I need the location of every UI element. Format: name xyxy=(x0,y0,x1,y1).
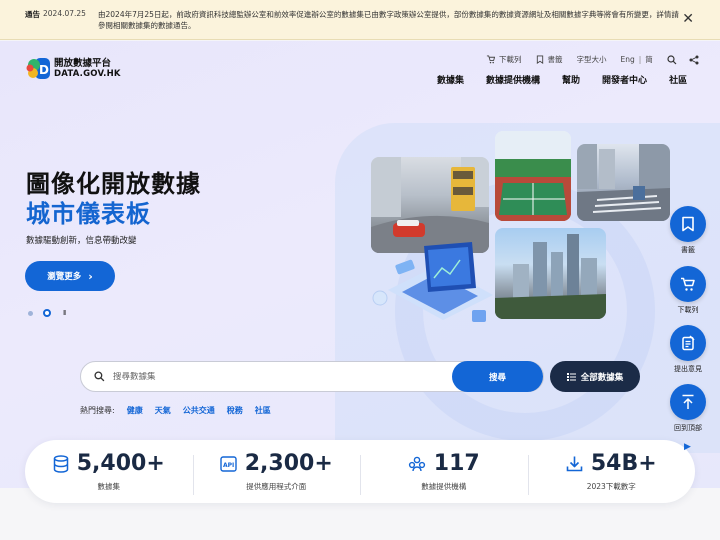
side-tool-label: 回到頂部 xyxy=(674,424,702,432)
bookmark-icon xyxy=(536,55,543,64)
search-icon xyxy=(94,371,105,382)
side-tool-label: 提出意見 xyxy=(674,365,702,373)
bookmark-icon[interactable] xyxy=(670,206,706,242)
download-list-label: 下載列 xyxy=(499,55,522,64)
cart-icon xyxy=(486,55,495,64)
hot-search-tag-health[interactable]: 健康 xyxy=(127,405,143,416)
hot-search-label: 熱門搜尋: xyxy=(80,406,115,415)
carousel-dot[interactable] xyxy=(28,310,33,316)
search-input[interactable] xyxy=(113,371,443,382)
stat-apis[interactable]: API 2,300+ 提供應用程式介面 xyxy=(192,451,361,495)
hot-search: 熱門搜尋: 健康 天氣 公共交通 稅務 社區 xyxy=(80,405,283,416)
carousel-controls: II xyxy=(28,309,66,317)
notice-text: 由2024年7月25日起，前政府資訊科技總監辦公室和前效率促進辦公室的數據集已由… xyxy=(98,10,679,30)
hero-photo-tennis-court xyxy=(495,131,571,221)
stat-label: 提供應用程式介面 xyxy=(246,482,307,491)
bookmarks-link[interactable]: 書籤 xyxy=(536,54,563,65)
logo-name-zh: 開放數據平台 xyxy=(54,57,112,69)
nav-item-help[interactable]: 幫助 xyxy=(562,73,580,86)
organization-icon xyxy=(408,456,426,472)
nav-item-developer[interactable]: 開發者中心 xyxy=(602,73,647,86)
notice-label: 通告 xyxy=(25,10,40,19)
hot-search-tag-tax[interactable]: 稅務 xyxy=(227,405,243,416)
lang-sc-link[interactable]: 简 xyxy=(645,54,653,65)
stat-datasets[interactable]: 5,400+ 數據集 xyxy=(25,451,193,492)
stat-value: 2,300+ xyxy=(244,451,333,476)
side-tool-label: 書籤 xyxy=(681,246,695,254)
stat-downloads[interactable]: 54B+ 2023下載數字 xyxy=(527,451,696,495)
notice-bar: 通告 2024.07.25 由2024年7月25日起，前政府資訊科技總監辦公室和… xyxy=(0,0,720,40)
utility-bar: 下載列 書籤 字型大小 Eng | 简 xyxy=(486,54,711,65)
nav-item-datasets[interactable]: 數據集 xyxy=(437,73,464,86)
api-icon: API xyxy=(220,455,237,472)
hot-search-tag-transport[interactable]: 公共交通 xyxy=(183,405,215,416)
site-logo[interactable]: D 開放數據平台 DATA.GOV.HK xyxy=(26,56,121,81)
nav-item-providers[interactable]: 數據提供機構 xyxy=(486,73,540,86)
logo-name-en: DATA.GOV.HK xyxy=(54,68,121,79)
main-nav: 數據集 數據提供機構 幫助 開發者中心 社區 xyxy=(437,73,687,86)
lang-separator: | xyxy=(638,55,642,64)
search-button[interactable]: 搜尋 xyxy=(452,361,543,392)
hero-subtitle: 城市儀表板 xyxy=(26,200,151,228)
close-icon[interactable]: ✕ xyxy=(682,11,694,27)
svg-text:D: D xyxy=(39,63,49,77)
stat-label: 數據集 xyxy=(97,482,121,491)
share-icon[interactable] xyxy=(689,55,699,65)
logo-icon: D xyxy=(26,56,51,81)
back-to-top-icon[interactable] xyxy=(670,384,706,420)
list-icon xyxy=(566,372,576,381)
stat-value: 54B+ xyxy=(590,451,657,476)
hero-description: 數據驅動創新，信息帶動改變 xyxy=(26,236,137,246)
download-icon xyxy=(566,455,583,472)
notice-date: 2024.07.25 xyxy=(43,9,86,18)
side-tool-back-to-top: 回到頂部 xyxy=(670,384,706,433)
font-size-label: 字型大小 xyxy=(576,55,607,64)
hero-photo-skyline xyxy=(495,228,606,319)
lang-en-link[interactable]: Eng xyxy=(621,55,635,64)
stat-label: 2023下載數字 xyxy=(586,482,636,491)
side-tool-bookmark: 書籤 xyxy=(670,206,706,255)
bookmarks-label: 書籤 xyxy=(547,55,563,64)
laptop-illustration xyxy=(368,240,498,330)
hot-search-tag-community[interactable]: 社區 xyxy=(255,405,271,416)
browse-more-label: 瀏覽更多 xyxy=(47,272,82,282)
chevron-right-icon: › xyxy=(88,269,93,283)
svg-text:API: API xyxy=(223,462,234,469)
browse-more-button[interactable]: 瀏覽更多 › xyxy=(25,261,115,291)
font-size-link[interactable]: 字型大小 xyxy=(577,54,607,65)
search-icon[interactable] xyxy=(667,54,677,65)
stat-providers[interactable]: 117 數據提供機構 xyxy=(360,451,528,495)
stat-value: 117 xyxy=(433,451,480,476)
hot-search-tag-weather[interactable]: 天氣 xyxy=(155,405,171,416)
language-switcher: Eng | 简 xyxy=(621,54,653,65)
search-bar: 搜尋 xyxy=(80,361,544,392)
side-tool-label: 下載列 xyxy=(677,306,699,314)
all-datasets-label: 全部數據集 xyxy=(580,372,624,383)
hero-photo-crosswalk xyxy=(577,144,670,221)
download-list-link[interactable]: 下載列 xyxy=(486,54,522,65)
database-icon xyxy=(53,454,69,473)
stats-card: 5,400+ 數據集 API 2,300+ 提供應用程式介面 117 數據提供機… xyxy=(25,440,695,503)
cart-icon[interactable] xyxy=(670,266,706,302)
chevron-right-icon[interactable]: ▶ xyxy=(684,442,691,452)
stat-value: 5,400+ xyxy=(76,451,165,476)
pause-icon[interactable]: II xyxy=(63,309,66,317)
feedback-icon[interactable] xyxy=(670,325,706,361)
carousel-dot-active[interactable] xyxy=(43,309,51,317)
hero-photo-tram xyxy=(371,157,489,253)
side-tool-download-list: 下載列 xyxy=(670,266,706,315)
all-datasets-button[interactable]: 全部數據集 xyxy=(550,361,640,392)
stat-label: 數據提供機構 xyxy=(421,482,467,491)
side-tool-feedback: 提出意見 xyxy=(670,325,706,374)
nav-item-community[interactable]: 社區 xyxy=(669,73,687,86)
